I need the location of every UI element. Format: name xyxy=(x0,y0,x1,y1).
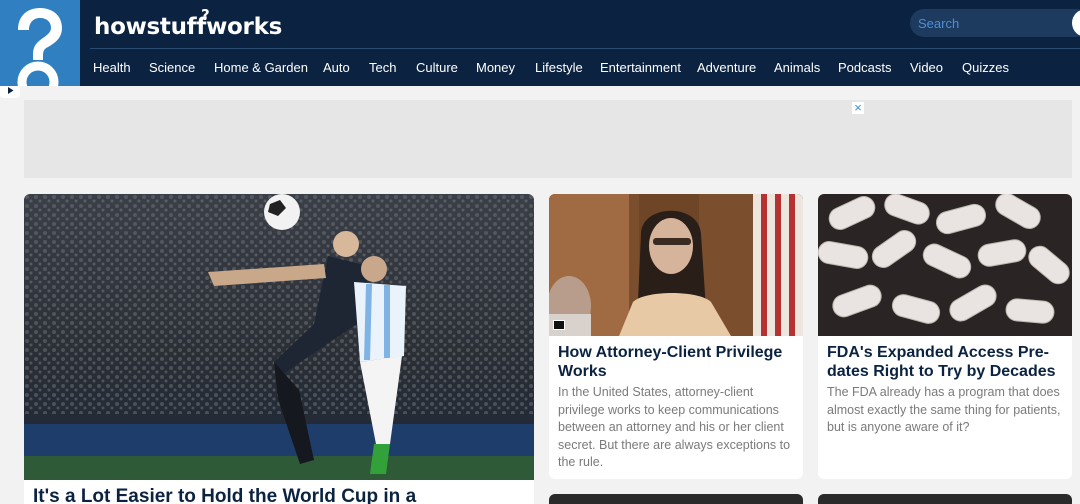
article-title[interactable]: How Attorney-Client Privilege Works xyxy=(558,344,795,381)
nav-item-podcasts[interactable]: Podcasts xyxy=(838,60,891,75)
brand-name[interactable]: howstuffworks xyxy=(94,14,282,40)
nav-item-tech[interactable]: Tech xyxy=(369,60,396,75)
featured-article-title[interactable]: It's a Lot Easier to Hold the World Cup … xyxy=(33,486,526,504)
nav-item-auto[interactable]: Auto xyxy=(323,60,350,75)
article-image[interactable] xyxy=(549,194,803,336)
nav-item-money[interactable]: Money xyxy=(476,60,515,75)
article-description: In the United States, attorney-client pr… xyxy=(558,385,791,469)
video-icon xyxy=(553,320,565,330)
search-box xyxy=(910,9,1080,37)
nav-item-science[interactable]: Science xyxy=(149,60,195,75)
nav-item-entertainment[interactable]: Entertainment xyxy=(600,60,681,75)
nav-item-culture[interactable]: Culture xyxy=(416,60,458,75)
article-card[interactable] xyxy=(549,494,803,504)
article-card[interactable]: How Attorney-Client Privilege Works In t… xyxy=(549,194,803,479)
nav-item-health[interactable]: Health xyxy=(93,60,131,75)
article-title[interactable]: FDA's Expanded Access Pre-dates Right to… xyxy=(827,344,1064,381)
article-description: The FDA already has a program that does … xyxy=(827,385,1061,434)
nav-item-lifestyle[interactable]: Lifestyle xyxy=(535,60,583,75)
ad-close-button[interactable]: × xyxy=(852,101,864,114)
nav-item-adventure[interactable]: Adventure xyxy=(697,60,756,75)
nav-item-quizzes[interactable]: Quizzes xyxy=(962,60,1009,75)
article-card[interactable]: FDA's Expanded Access Pre-dates Right to… xyxy=(818,194,1072,479)
nav-item-video[interactable]: Video xyxy=(910,60,943,75)
main-nav: Health Science Home & Garden Auto Tech C… xyxy=(0,56,1080,80)
featured-article-card[interactable]: It's a Lot Easier to Hold the World Cup … xyxy=(24,194,534,504)
nav-item-animals[interactable]: Animals xyxy=(774,60,820,75)
brand-question-mark: ? xyxy=(201,6,210,24)
nav-item-home-garden[interactable]: Home & Garden xyxy=(214,60,308,75)
header-divider xyxy=(90,48,1080,49)
article-image[interactable] xyxy=(818,194,1072,336)
search-input[interactable] xyxy=(918,13,1068,33)
featured-article-image[interactable] xyxy=(24,194,534,480)
site-header: howstuffworks ? Search Health Science Ho… xyxy=(0,0,1080,98)
ad-banner[interactable] xyxy=(24,100,1072,178)
article-card[interactable] xyxy=(818,494,1072,504)
